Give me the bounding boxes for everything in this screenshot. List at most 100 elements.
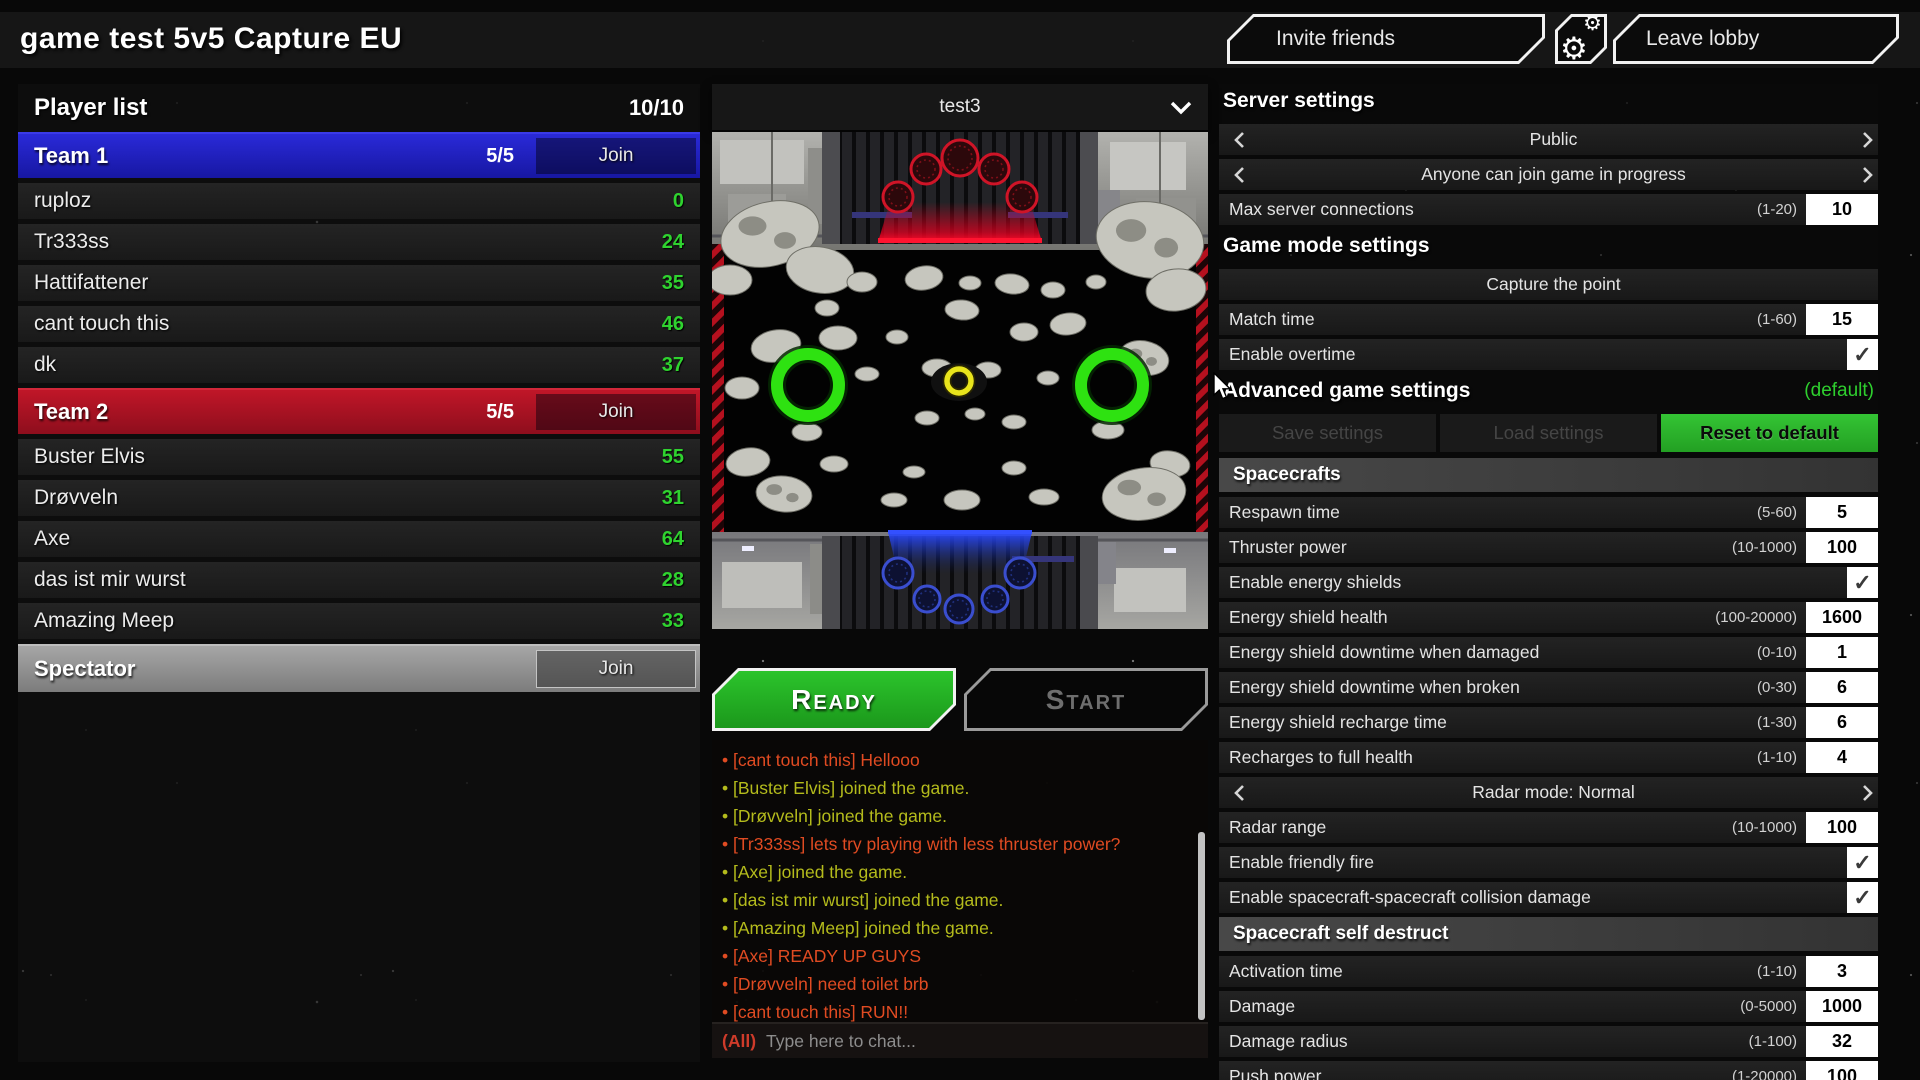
number-input[interactable]: 6: [1806, 672, 1878, 703]
settings-section-header: Server settings: [1219, 84, 1878, 118]
server-settings-panel: Server settingsPublicAnyone can join gam…: [1219, 84, 1878, 1080]
team1-count: 5/5: [486, 145, 514, 168]
number-setting-row: Respawn time(5-60)5: [1219, 497, 1878, 528]
checkbox-setting-row: Enable overtime✓: [1219, 339, 1878, 370]
invite-friends-label: Invite friends: [1276, 27, 1395, 51]
setting-range: (1-20000): [1732, 1068, 1797, 1080]
number-input[interactable]: 4: [1806, 742, 1878, 773]
chat-message: • [Axe] READY UP GUYS: [722, 942, 1194, 970]
chevron-left-icon[interactable]: [1229, 131, 1249, 149]
setting-range: (1-10): [1757, 963, 1797, 980]
number-input[interactable]: 15: [1806, 304, 1878, 335]
player-row: cant touch this46: [18, 306, 700, 342]
player-score: 31: [662, 487, 684, 510]
setting-range: (10-1000): [1732, 539, 1797, 556]
player-score: 28: [662, 569, 684, 592]
team2-row: Team 2 5/5 Join: [18, 388, 700, 434]
chat-input[interactable]: [766, 1031, 1198, 1052]
checkbox[interactable]: ✓: [1847, 847, 1878, 878]
gear-icon: ⚙⚙: [1564, 21, 1598, 57]
start-button[interactable]: Start: [964, 668, 1208, 731]
reset-to-default-button[interactable]: Reset to default: [1661, 414, 1878, 452]
chat-message: • [Drøvveln] need toilet brb: [722, 970, 1194, 998]
setting-label: Energy shield downtime when broken: [1229, 677, 1757, 698]
number-setting-row: Energy shield recharge time(1-30) 6: [1219, 707, 1878, 738]
number-input[interactable]: 100: [1806, 532, 1878, 563]
number-input[interactable]: 5: [1806, 497, 1878, 528]
player-name: Axe: [34, 527, 662, 551]
number-setting-row: Energy shield health(100-20000)1600: [1219, 602, 1878, 633]
number-input[interactable]: 1000: [1806, 991, 1878, 1022]
leave-lobby-button[interactable]: Leave lobby: [1613, 14, 1899, 64]
chat-message: • [Buster Elvis] joined the game.: [722, 774, 1194, 802]
spectator-row: Spectator Join: [18, 644, 700, 692]
player-list-title: Player list: [34, 94, 147, 122]
team2-join-button[interactable]: Join: [536, 394, 696, 430]
settings-gear-button[interactable]: ⚙⚙: [1555, 14, 1607, 64]
setting-label: Damage: [1229, 996, 1740, 1017]
checkbox[interactable]: ✓: [1847, 567, 1878, 598]
settings-buttons-row: Save settingsLoad settingsReset to defau…: [1219, 414, 1878, 452]
player-row: Tr333ss24: [18, 224, 700, 260]
checkbox[interactable]: ✓: [1847, 339, 1878, 370]
checkbox-setting-row: Enable friendly fire ✓: [1219, 847, 1878, 878]
number-input[interactable]: 100: [1806, 812, 1878, 843]
ready-button[interactable]: Ready: [712, 668, 956, 731]
checkmark-icon: ✓: [1853, 852, 1871, 874]
player-row: Amazing Meep33: [18, 603, 700, 639]
player-row: Hattifattener35: [18, 265, 700, 301]
checkmark-icon: ✓: [1853, 572, 1871, 594]
chat-message: • [Tr333ss] lets try playing with less t…: [722, 830, 1194, 858]
chevron-right-icon[interactable]: [1858, 131, 1878, 149]
player-name: Hattifattener: [34, 271, 662, 295]
player-score: 55: [662, 446, 684, 469]
player-count: 10/10: [629, 95, 684, 121]
chevron-right-icon[interactable]: [1858, 166, 1878, 184]
number-input[interactable]: 32: [1806, 1026, 1878, 1057]
player-row: ruploz0: [18, 183, 700, 219]
invite-friends-button[interactable]: Invite friends: [1227, 14, 1545, 64]
player-name: das ist mir wurst: [34, 568, 662, 592]
chevron-right-icon[interactable]: [1858, 784, 1878, 802]
settings-subsection-header: Spacecrafts: [1219, 458, 1878, 492]
chevron-left-icon[interactable]: [1229, 784, 1249, 802]
setting-label: Max server connections: [1229, 199, 1757, 220]
load-settings-button[interactable]: Load settings: [1440, 414, 1657, 452]
setting-label: Push power: [1229, 1066, 1732, 1080]
player-row: dk37: [18, 347, 700, 383]
setting-label: Enable friendly fire: [1229, 852, 1847, 873]
player-score: 37: [662, 354, 684, 377]
chevron-left-icon[interactable]: [1229, 166, 1249, 184]
chat-message: • [das ist mir wurst] joined the game.: [722, 886, 1194, 914]
checkmark-icon: ✓: [1853, 887, 1871, 909]
setting-label: Energy shield recharge time: [1229, 712, 1757, 733]
team1-join-button[interactable]: Join: [536, 138, 696, 174]
chat-input-bar: (All): [712, 1022, 1208, 1058]
settings-section-header: Advanced game settings(default): [1219, 374, 1878, 408]
number-input[interactable]: 10: [1806, 194, 1878, 225]
setting-label: Enable overtime: [1229, 344, 1847, 365]
number-setting-row: Radar range(10-1000)100: [1219, 812, 1878, 843]
chat-message: • [Drøvveln] joined the game.: [722, 802, 1194, 830]
ready-label: Ready: [791, 684, 877, 716]
number-input[interactable]: 1600: [1806, 602, 1878, 633]
chevron-down-icon: [1170, 101, 1192, 120]
setting-range: (1-10): [1757, 749, 1797, 766]
setting-label: Recharges to full health: [1229, 747, 1757, 768]
spectator-join-button[interactable]: Join: [536, 650, 696, 688]
chat-scrollbar[interactable]: [1198, 832, 1205, 1020]
number-input[interactable]: 100: [1806, 1061, 1878, 1080]
selector-row: Anyone can join game in progress: [1219, 159, 1878, 190]
map-select-dropdown[interactable]: test3: [712, 84, 1208, 130]
player-score: 0: [673, 190, 684, 213]
number-input[interactable]: 1: [1806, 637, 1878, 668]
setting-range: (0-5000): [1740, 998, 1797, 1015]
save-settings-button[interactable]: Save settings: [1219, 414, 1436, 452]
player-list-panel: Player list 10/10 Team 1 5/5 Join ruploz…: [18, 84, 700, 1062]
setting-range: (1-30): [1757, 714, 1797, 731]
number-input[interactable]: 3: [1806, 956, 1878, 987]
number-input[interactable]: 6: [1806, 707, 1878, 738]
player-score: 46: [662, 313, 684, 336]
checkbox[interactable]: ✓: [1847, 882, 1878, 913]
setting-range: (0-10): [1757, 644, 1797, 661]
